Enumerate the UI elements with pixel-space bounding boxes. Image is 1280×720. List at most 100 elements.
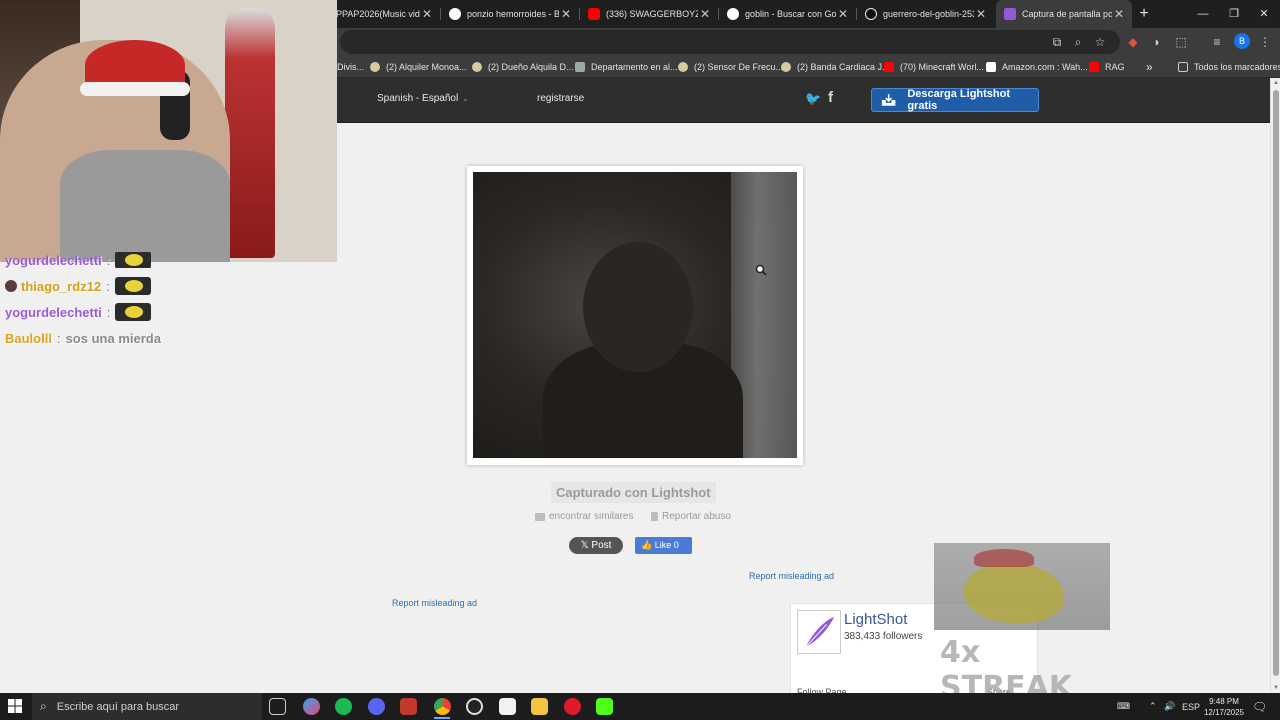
keyboard-icon[interactable]: ⌨ — [1117, 693, 1130, 720]
streamer-webcam — [0, 0, 337, 262]
extensions-puzzle-icon[interactable]: ⬚ — [1172, 33, 1190, 51]
tab-close-icon[interactable]: ✕ — [559, 7, 573, 21]
restore-button[interactable]: ❐ — [1218, 0, 1250, 28]
tiktok-icon — [865, 8, 877, 20]
extension-icon[interactable]: ◆ — [1124, 33, 1142, 51]
file-explorer-icon[interactable] — [531, 698, 548, 715]
obs-icon[interactable] — [466, 698, 483, 715]
opera-icon[interactable] — [564, 698, 581, 715]
santa-decoration — [225, 8, 275, 258]
all-bookmarks-folder[interactable]: Todos los marcadores — [1178, 56, 1280, 78]
volume-icon[interactable]: 🔊 — [1164, 693, 1175, 720]
taskbar-search-box[interactable]: ⌕ Escribe aquí para buscar — [32, 693, 262, 720]
bookmarks-overflow-button[interactable]: » — [1146, 56, 1153, 78]
tab-title: goblin - Buscar con Goog — [745, 9, 836, 19]
report-misleading-ad-link[interactable]: Report misleading ad — [749, 571, 834, 581]
bookmark-item[interactable]: RAG — [1089, 56, 1125, 78]
streak-emote-image — [934, 543, 1110, 630]
report-misleading-ad-link[interactable]: Report misleading ad — [392, 598, 477, 608]
bookmark-item[interactable]: (70) Minecraft Worl... — [884, 56, 984, 78]
register-link[interactable]: registrarse — [537, 93, 584, 104]
address-bar[interactable] — [340, 30, 1120, 54]
chrome-icon[interactable] — [434, 698, 451, 715]
tab-close-icon[interactable]: ✕ — [1112, 7, 1126, 21]
youtube-icon — [588, 8, 600, 20]
browser-tab[interactable]: PPAP2026(Music vid ✕ — [328, 0, 440, 28]
menu-kebab-icon[interactable]: ⋮ — [1256, 33, 1274, 51]
bookmark-item[interactable]: (2) Alquiler Monoa... — [370, 56, 467, 78]
discord-icon[interactable] — [368, 698, 385, 715]
bookmark-item[interactable]: Amazon.com : Wah... — [986, 56, 1088, 78]
bookmark-label: (2) Sensor De Frecu... — [694, 62, 784, 72]
tab-close-icon[interactable]: ✕ — [698, 7, 712, 21]
marketplace-icon — [781, 62, 791, 72]
windows-start-icon[interactable] — [8, 699, 22, 713]
voicemeeter-icon[interactable] — [400, 698, 417, 715]
captured-with-lightshot: Capturado con Lightshot — [551, 482, 716, 503]
report-abuse-link[interactable]: Reportar abuso — [651, 511, 731, 522]
browser-tab[interactable]: goblin - Buscar con Goog ✕ — [719, 0, 856, 28]
close-window-button[interactable]: ✕ — [1248, 0, 1280, 28]
tab-search-icon[interactable]: ≡ — [1208, 33, 1226, 51]
notifications-icon[interactable]: 🗨 — [1252, 693, 1267, 720]
bookmark-label: (70) Minecraft Worl... — [900, 62, 984, 72]
tab-title: Captura de pantalla por L — [1022, 9, 1112, 19]
browser-tab[interactable]: (336) SWAGGERBOYZ ft T ✕ — [580, 0, 718, 28]
tab-close-icon[interactable]: ✕ — [974, 7, 988, 21]
browser-tab-active[interactable]: Captura de pantalla por L ✕ — [996, 0, 1132, 28]
tab-close-icon[interactable]: ✕ — [836, 7, 850, 21]
chat-separator: : — [106, 304, 111, 320]
all-bookmarks-label: Todos los marcadores — [1194, 62, 1280, 72]
chat-badge-icon — [5, 280, 17, 292]
tray-overflow-icon[interactable]: ⌃ — [1149, 693, 1157, 720]
minimize-button[interactable]: — — [1187, 0, 1219, 28]
tab-title: PPAP2026(Music vid — [336, 9, 420, 19]
bookmark-item[interactable]: Departamento en al... — [575, 56, 678, 78]
input-language[interactable]: ESP — [1182, 693, 1200, 720]
zoom-icon[interactable]: ⌕ — [1069, 33, 1087, 51]
language-label: Spanish - Español — [377, 93, 459, 104]
scroll-down-icon[interactable]: ▼ — [1273, 685, 1279, 691]
download-lightshot-button[interactable]: Descarga Lightshot gratis — [871, 88, 1039, 112]
bookmark-item[interactable]: (2) Dueño Alquila D... — [472, 56, 574, 78]
spotify-icon[interactable] — [335, 698, 352, 715]
profile-avatar[interactable]: B — [1234, 33, 1250, 49]
facebook-icon[interactable]: f — [828, 89, 833, 106]
capcut-icon[interactable] — [499, 698, 516, 715]
browser-tab[interactable]: ponzio hemorroides - Bu ✕ — [441, 0, 579, 28]
extension-icon[interactable]: ◗ — [1148, 33, 1166, 51]
facebook-like-button[interactable]: 👍 Like 0 — [635, 537, 692, 554]
lightshot-feather-logo[interactable] — [797, 610, 841, 654]
youtube-icon — [884, 62, 894, 72]
bookmark-label: Divis... — [337, 62, 364, 72]
copilot-icon[interactable] — [303, 698, 320, 715]
bookmark-label: (2) Alquiler Monoa... — [386, 62, 467, 72]
screenshot-frame — [467, 166, 803, 465]
search-icon: ⌕ — [40, 699, 47, 713]
scroll-up-icon[interactable]: ▲ — [1273, 80, 1279, 86]
tab-title: ponzio hemorroides - Bu — [467, 9, 559, 19]
screenshot-image[interactable] — [473, 172, 797, 458]
bookmark-item[interactable]: (2) Banda Cardiaca J... — [781, 56, 890, 78]
scroll-thumb[interactable] — [1273, 90, 1279, 676]
twitter-icon[interactable]: 🐦 — [805, 91, 821, 107]
chat-separator: : — [56, 330, 61, 346]
find-similar-link[interactable]: encontrar similares — [535, 511, 633, 522]
kick-icon[interactable] — [596, 698, 613, 715]
language-selector[interactable]: Spanish - Español ⌄ — [377, 93, 469, 104]
chat-text: sos una mierda — [65, 330, 161, 346]
new-tab-button[interactable]: + — [1136, 4, 1152, 24]
bookmark-item[interactable]: (2) Sensor De Frecu... — [678, 56, 783, 78]
bookmark-label: Departamento en al... — [591, 62, 678, 72]
bookmark-star-icon[interactable]: ☆ — [1091, 33, 1109, 51]
x-post-button[interactable]: 𝕏 Post — [569, 537, 623, 554]
install-app-icon[interactable]: ⧉ — [1048, 33, 1066, 51]
tab-close-icon[interactable]: ✕ — [420, 7, 434, 21]
task-view-icon[interactable] — [269, 698, 286, 715]
browser-tab[interactable]: guerrero-del-goblin-253 ✕ — [857, 0, 994, 28]
chat-message: yogurdelechetti : — [5, 252, 152, 268]
bookmark-item[interactable]: Divis... — [337, 56, 364, 78]
facebook-page-name[interactable]: LightShot — [844, 611, 907, 628]
taskbar-clock[interactable]: 9:48 PM 12/17/2025 — [1203, 696, 1245, 718]
page-scrollbar[interactable]: ▲ ▼ — [1270, 78, 1280, 693]
